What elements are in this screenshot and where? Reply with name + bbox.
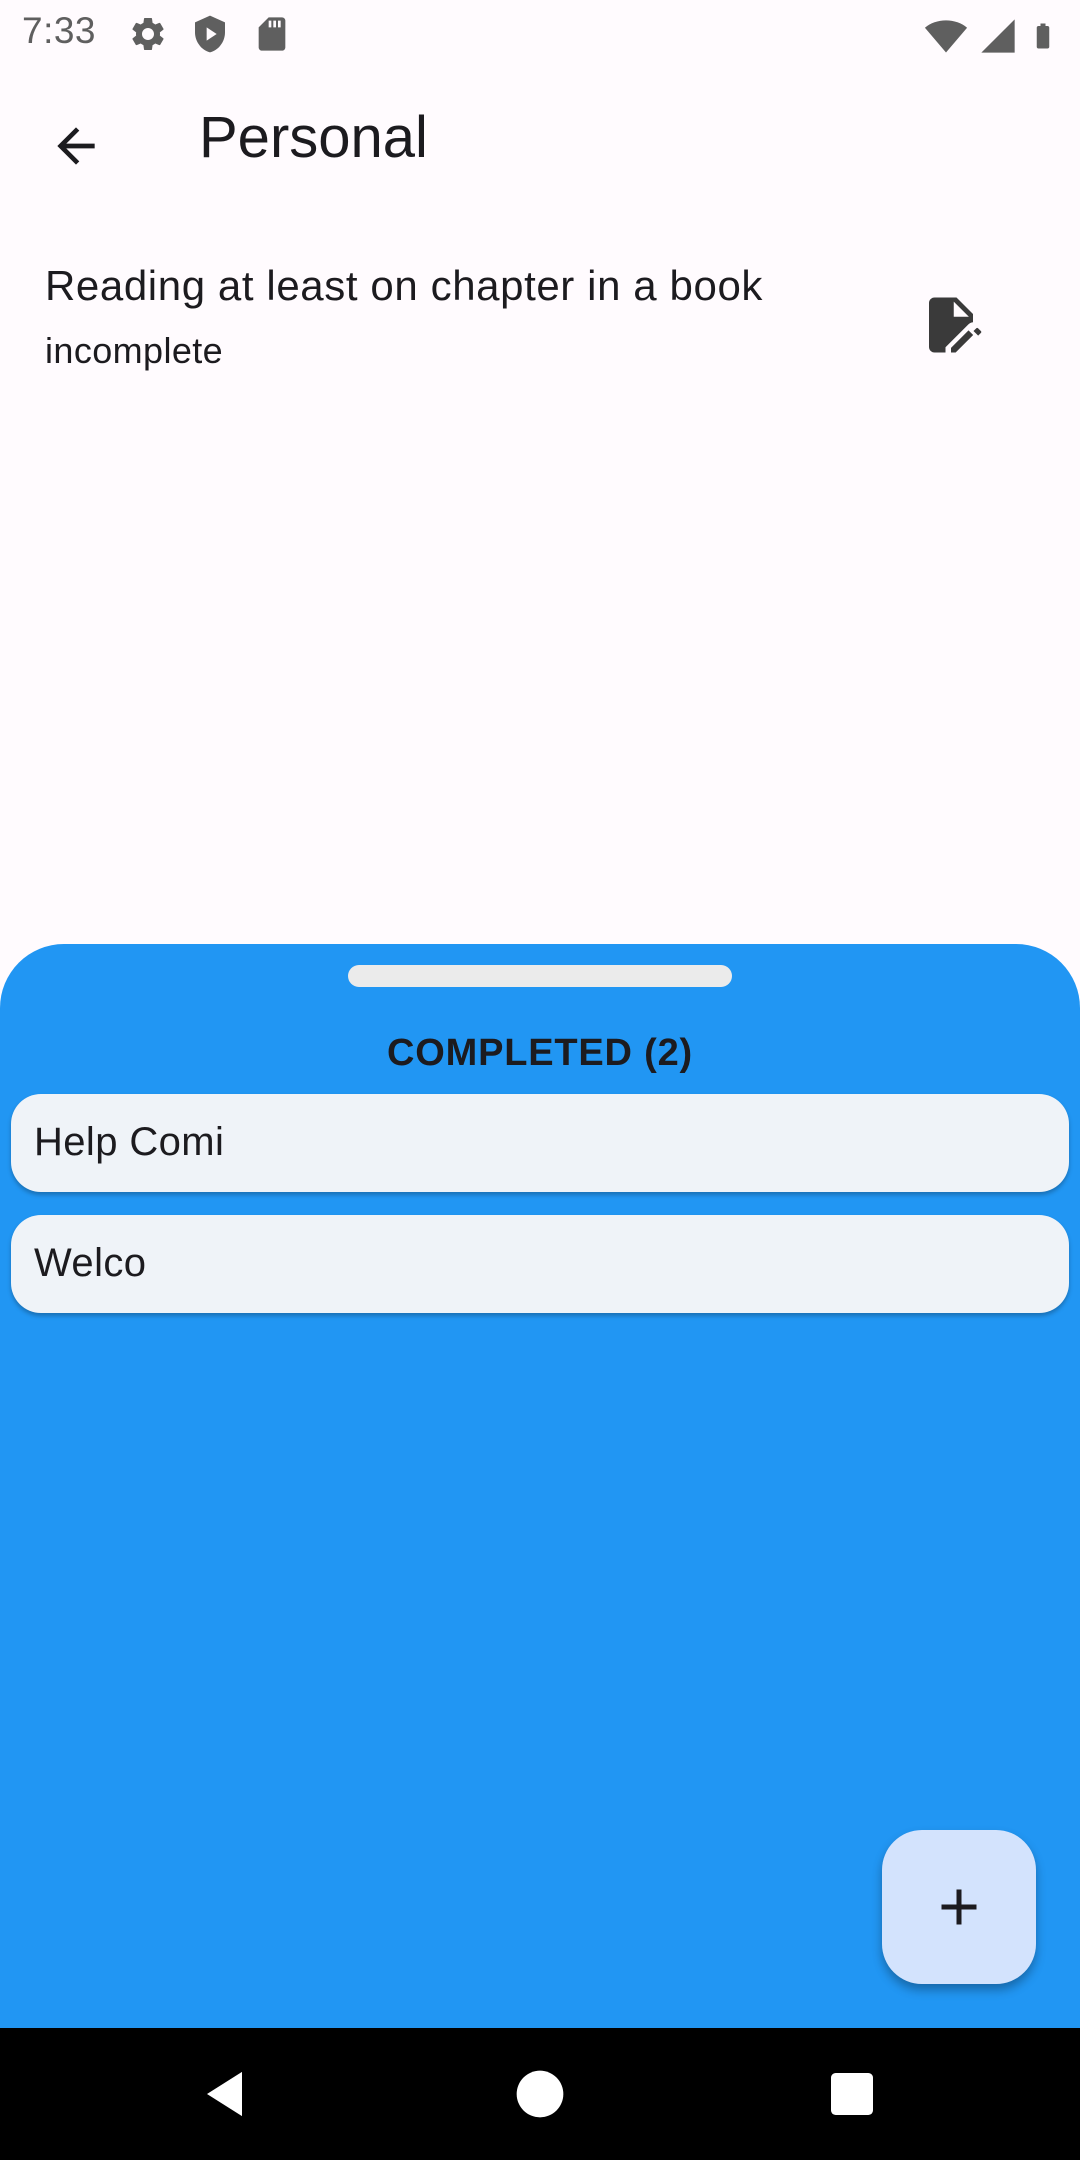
completed-item[interactable]: Welco <box>11 1215 1069 1313</box>
page-title: Personal <box>199 105 428 170</box>
status-bar: 7:33 <box>0 0 1080 66</box>
gear-icon <box>132 17 164 50</box>
nav-back-button[interactable] <box>192 2058 264 2130</box>
back-triangle-icon <box>207 2071 242 2117</box>
status-icons-left <box>128 14 292 54</box>
drag-handle[interactable] <box>348 965 732 987</box>
completed-item-label: Welco <box>34 1241 147 1285</box>
arrow-back-icon <box>57 127 95 165</box>
battery-icon <box>1036 23 1050 49</box>
task-title: Reading at least on chapter in a book <box>45 262 764 309</box>
edit-document-icon <box>929 297 982 353</box>
back-button[interactable] <box>36 106 116 186</box>
shield-icon <box>195 15 225 53</box>
sd-card-icon <box>258 17 286 51</box>
signal-icon <box>981 19 1015 53</box>
home-circle-icon <box>516 2070 564 2118</box>
nav-home-button[interactable] <box>504 2058 576 2130</box>
app-bar: Personal <box>0 66 1080 214</box>
screen: 7:33 Personal Reading at least on chapte… <box>0 0 1080 2160</box>
task-status: incomplete <box>45 330 224 371</box>
completed-header: COMPLETED (2) <box>387 1032 693 1074</box>
plus-icon <box>941 1889 977 1925</box>
status-icons-right <box>924 14 1058 58</box>
recents-square-icon <box>831 2073 873 2115</box>
nav-recents-button[interactable] <box>816 2058 888 2130</box>
system-nav-bar <box>0 2028 1080 2160</box>
completed-item[interactable]: Help Comi <box>11 1094 1069 1192</box>
completed-item-label: Help Comi <box>34 1120 225 1164</box>
wifi-icon <box>924 20 968 53</box>
task-item[interactable]: Reading at least on chapter in a book in… <box>0 240 1080 400</box>
edit-task-button[interactable] <box>906 280 996 370</box>
status-time: 7:33 <box>22 10 97 51</box>
add-task-button[interactable] <box>882 1830 1036 1984</box>
